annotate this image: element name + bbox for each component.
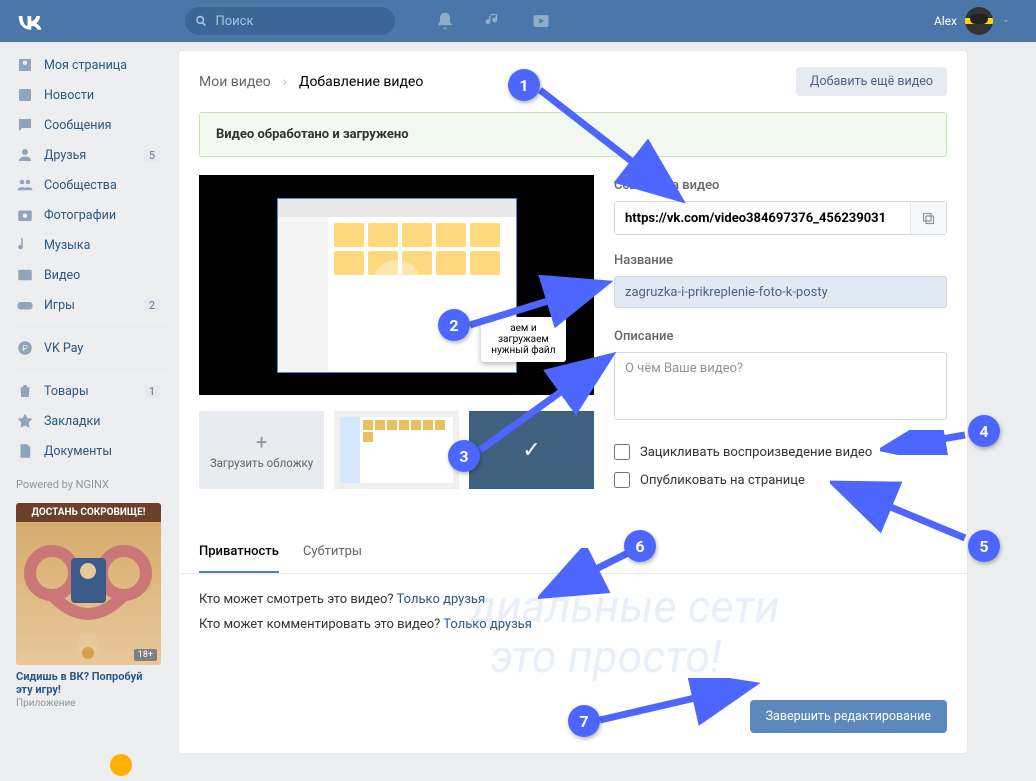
- search-icon: [195, 14, 207, 28]
- nav-label: Сообщества: [44, 178, 117, 193]
- header-icons: [435, 11, 551, 31]
- annotation-4: 4: [968, 415, 1000, 447]
- privacy-comment-link[interactable]: Только друзья: [443, 617, 532, 632]
- nav-label: VK Pay: [44, 341, 83, 356]
- desc-label: Описание: [614, 329, 947, 344]
- nav-music[interactable]: Музыка: [16, 230, 168, 260]
- video-duration: 0:11: [563, 373, 586, 387]
- nav-label: Сообщения: [44, 118, 112, 133]
- promo-sub: Приложение: [16, 698, 161, 709]
- powered-by: Powered by NGINX: [16, 478, 168, 491]
- nav-label: Друзья: [44, 148, 86, 163]
- publish-checkbox-row[interactable]: Опубликовать на странице: [614, 472, 947, 488]
- thumbnail-option-1[interactable]: [334, 411, 459, 489]
- breadcrumb-current: Добавление видео: [299, 74, 423, 90]
- top-header: Alex: [0, 0, 1036, 42]
- nav-label: Закладки: [44, 414, 101, 429]
- cookie-icon: [110, 754, 132, 776]
- video-icon[interactable]: [531, 11, 551, 31]
- badge: 5: [144, 149, 160, 162]
- nav-groups[interactable]: Сообщества: [16, 170, 168, 200]
- video-preview[interactable]: аем изагружаемнужный файл 0:11: [199, 175, 594, 395]
- chevron-right-icon: ›: [283, 74, 287, 90]
- badge: 2: [144, 299, 160, 312]
- nav-label: Товары: [44, 384, 89, 399]
- plus-icon: +: [256, 430, 267, 454]
- upload-cover-label: Загрузить обложку: [210, 456, 313, 470]
- search-box[interactable]: [185, 7, 395, 35]
- nav-games[interactable]: Игры 2: [16, 290, 168, 320]
- nav-market[interactable]: Товары 1: [16, 376, 168, 406]
- loop-checkbox-row[interactable]: Зацикливать воспроизведение видео: [614, 444, 947, 460]
- badge: 1: [144, 385, 160, 398]
- avatar: [965, 7, 993, 35]
- username: Alex: [934, 14, 957, 28]
- play-icon[interactable]: [372, 260, 422, 310]
- loop-checkbox[interactable]: [614, 444, 630, 460]
- nav-label: Игры: [44, 298, 75, 313]
- tabs: Приватность Субтитры: [179, 530, 967, 574]
- publish-label: Опубликовать на странице: [640, 473, 805, 488]
- check-icon: ✓: [522, 438, 540, 463]
- nav-docs[interactable]: Документы: [16, 436, 168, 466]
- nav-photos[interactable]: Фотографии: [16, 200, 168, 230]
- nav-friends[interactable]: Друзья 5: [16, 140, 168, 170]
- nav-label: Новости: [44, 88, 94, 103]
- video-link-input[interactable]: [615, 202, 910, 234]
- promo-age: 18+: [134, 649, 157, 661]
- annotation-6: 6: [624, 530, 656, 562]
- search-input[interactable]: [215, 14, 385, 29]
- nav-label: Фотографии: [44, 208, 116, 223]
- add-more-button[interactable]: Добавить ещё видео: [796, 67, 947, 96]
- finish-button[interactable]: Завершить редактирование: [750, 700, 947, 733]
- svg-text:₽: ₽: [22, 344, 28, 354]
- breadcrumb-root[interactable]: Мои видео: [199, 74, 271, 90]
- loop-label: Зацикливать воспроизведение видео: [640, 445, 872, 460]
- tab-privacy[interactable]: Приватность: [199, 544, 279, 573]
- nav-label: Документы: [44, 444, 112, 459]
- nav-label: Музыка: [44, 238, 90, 253]
- privacy-view-link[interactable]: Только друзья: [397, 592, 486, 607]
- annotation-1: 1: [508, 69, 540, 101]
- desc-textarea[interactable]: [614, 352, 947, 420]
- copy-link-button[interactable]: [910, 202, 946, 234]
- nav-my-page[interactable]: Моя страница: [16, 50, 168, 80]
- chevron-down-icon: [1001, 16, 1011, 26]
- privacy-comment-row: Кто может комментировать это видео? Толь…: [199, 617, 947, 632]
- promo-title[interactable]: Сидишь в ВК? Попробуй эту игру!: [16, 670, 161, 696]
- status-banner: Видео обработано и загружено: [199, 112, 947, 157]
- annotation-5: 5: [968, 530, 1000, 562]
- nav-label: Моя страница: [44, 58, 127, 73]
- nav-label: Видео: [44, 268, 80, 283]
- thumbnail-option-2[interactable]: ✓: [469, 411, 594, 489]
- nav-news[interactable]: Новости: [16, 80, 168, 110]
- annotation-3: 3: [448, 440, 480, 472]
- nav-messages[interactable]: Сообщения: [16, 110, 168, 140]
- nav-videos[interactable]: Видео: [16, 260, 168, 290]
- title-input[interactable]: [614, 276, 947, 308]
- nav-vkpay[interactable]: ₽ VK Pay: [16, 333, 168, 363]
- annotation-2: 2: [438, 309, 470, 341]
- copy-icon: [921, 211, 936, 226]
- nav-bookmarks[interactable]: Закладки: [16, 406, 168, 436]
- profile-menu[interactable]: Alex: [934, 7, 1011, 35]
- annotation-7: 7: [568, 705, 600, 737]
- vk-logo-icon[interactable]: [15, 6, 45, 36]
- video-tooltip: аем изагружаемнужный файл: [481, 317, 565, 362]
- title-label: Название: [614, 253, 947, 268]
- promo-box[interactable]: ДОСТАНЬ СОКРОВИЩЕ! 18+ Сидишь в ВК? Попр…: [16, 503, 161, 709]
- notifications-icon[interactable]: [435, 11, 455, 31]
- publish-checkbox[interactable]: [614, 472, 630, 488]
- main-content: Мои видео › Добавление видео Добавить ещ…: [178, 50, 968, 754]
- privacy-view-row: Кто может смотреть это видео? Только дру…: [199, 592, 947, 607]
- music-icon[interactable]: [483, 11, 503, 31]
- sidebar: Моя страница Новости Сообщения Друзья 5 С…: [8, 50, 168, 754]
- tab-subtitles[interactable]: Субтитры: [303, 544, 362, 573]
- link-label: Ссылка на видео: [614, 178, 947, 193]
- upload-cover-button[interactable]: + Загрузить обложку: [199, 411, 324, 489]
- breadcrumb: Мои видео › Добавление видео: [199, 74, 423, 90]
